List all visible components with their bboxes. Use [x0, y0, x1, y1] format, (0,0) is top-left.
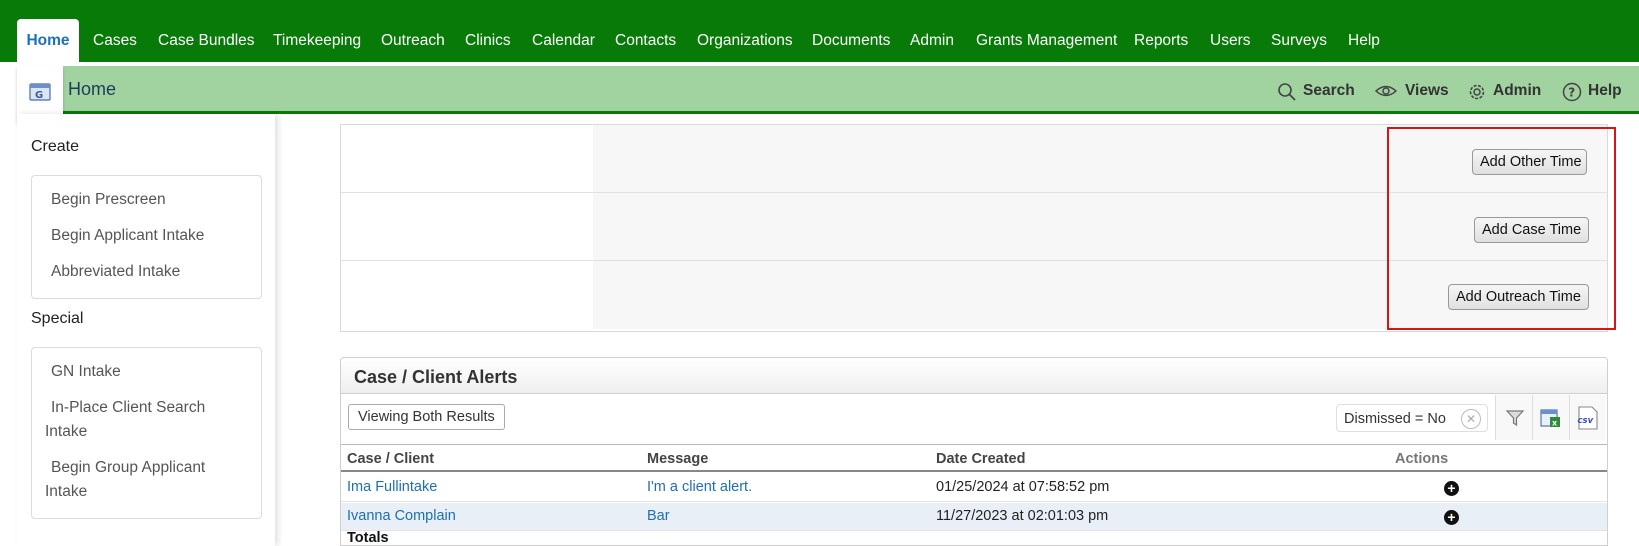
add-action-icon[interactable]: +	[1444, 481, 1459, 496]
admin-label: Admin	[1493, 82, 1542, 99]
tab-documents[interactable]: Documents	[812, 19, 890, 62]
tab-cases[interactable]: Cases	[93, 19, 137, 62]
column-date-created[interactable]: Date Created	[936, 451, 1025, 467]
tab-home[interactable]: Home	[17, 19, 79, 62]
views-link[interactable]: Views	[1375, 80, 1449, 102]
eye-icon	[1375, 85, 1397, 97]
row-date: 11/27/2023 at 02:01:03 pm	[936, 508, 1109, 524]
filter-icon	[1505, 410, 1525, 427]
table-row: Ivanna Complain Bar 11/27/2023 at 02:01:…	[341, 503, 1607, 531]
svg-text:G: G	[35, 90, 43, 101]
csv-export-button[interactable]: csv	[1569, 395, 1606, 440]
totals-label: Totals	[347, 530, 389, 546]
admin-link[interactable]: Admin	[1467, 80, 1541, 102]
filter-button[interactable]	[1495, 395, 1532, 440]
svg-text:csv: csv	[1578, 416, 1594, 426]
tab-users[interactable]: Users	[1210, 19, 1250, 62]
tab-timekeeping[interactable]: Timekeeping	[273, 19, 361, 62]
help-circle-icon: ?	[1562, 82, 1582, 102]
svg-text:x: x	[1552, 419, 1558, 428]
tab-organizations[interactable]: Organizations	[697, 19, 793, 62]
tab-case-bundles[interactable]: Case Bundles	[158, 19, 255, 62]
alerts-header: Case / Client Alerts	[341, 358, 1607, 394]
viewing-results-button[interactable]: Viewing Both Results	[348, 404, 505, 430]
begin-group-applicant-intake-link[interactable]: Begin Group Applicant	[51, 456, 205, 480]
alerts-title: Case / Client Alerts	[354, 367, 518, 387]
alerts-table-header: Case / Client Message Date Created Actio…	[341, 444, 1607, 472]
table-row: Ima Fullintake I'm a client alert. 01/25…	[341, 474, 1607, 502]
tab-outreach[interactable]: Outreach	[381, 19, 445, 62]
filter-chip-label: Dismissed = No	[1344, 411, 1446, 427]
tab-surveys[interactable]: Surveys	[1271, 19, 1327, 62]
alerts-panel: Case / Client Alerts Viewing Both Result…	[340, 357, 1608, 546]
dismissed-filter-chip: Dismissed = No ✕	[1336, 404, 1488, 432]
tab-grants-management[interactable]: Grants Management	[976, 19, 1117, 62]
row-client-link[interactable]: Ivanna Complain	[347, 508, 456, 524]
views-label: Views	[1405, 82, 1449, 99]
add-action-icon[interactable]: +	[1444, 510, 1459, 525]
column-message[interactable]: Message	[647, 451, 708, 467]
gear-icon	[1469, 84, 1485, 100]
in-place-client-search-intake-link[interactable]: In-Place Client Search	[51, 396, 205, 420]
search-icon	[1278, 83, 1296, 101]
row-date: 01/25/2024 at 07:58:52 pm	[936, 479, 1110, 495]
create-section-title: Create	[31, 138, 80, 155]
clear-filter-icon[interactable]: ✕	[1461, 409, 1481, 429]
excel-export-icon: x	[1540, 409, 1560, 428]
tab-reports[interactable]: Reports	[1134, 19, 1188, 62]
begin-prescreen-link[interactable]: Begin Prescreen	[51, 188, 166, 212]
page-title: Home	[68, 79, 117, 99]
home-icon: G	[29, 83, 51, 101]
help-link[interactable]: ? Help	[1562, 80, 1622, 102]
search-link[interactable]: Search	[1277, 80, 1355, 102]
abbreviated-intake-link[interactable]: Abbreviated Intake	[51, 260, 180, 284]
create-menu: Begin Prescreen Begin Applicant Intake A…	[31, 175, 262, 299]
begin-applicant-intake-link[interactable]: Begin Applicant Intake	[51, 224, 204, 248]
svg-text:?: ?	[1568, 86, 1575, 100]
row-client-link[interactable]: Ima Fullintake	[347, 479, 437, 495]
tab-calendar[interactable]: Calendar	[532, 19, 595, 62]
top-navigation: Home Cases Case Bundles Timekeeping Outr…	[0, 0, 1639, 62]
in-place-client-search-intake-link-line2[interactable]: Intake	[45, 420, 87, 444]
csv-export-icon: csv	[1578, 406, 1598, 430]
excel-export-button[interactable]: x	[1532, 395, 1569, 440]
help-label: Help	[1588, 82, 1622, 99]
special-section-title: Special	[31, 310, 84, 327]
tab-contacts[interactable]: Contacts	[615, 19, 676, 62]
special-menu: GN Intake In-Place Client Search Intake …	[31, 347, 262, 519]
tab-clinics[interactable]: Clinics	[465, 19, 511, 62]
begin-group-applicant-intake-link-line2[interactable]: Intake	[45, 480, 87, 504]
highlight-box	[1387, 127, 1616, 330]
column-case-client[interactable]: Case / Client	[347, 451, 434, 467]
search-label: Search	[1303, 82, 1355, 99]
tab-admin[interactable]: Admin	[910, 19, 954, 62]
column-actions: Actions	[1395, 451, 1449, 467]
row-message-link[interactable]: Bar	[647, 508, 670, 524]
gn-intake-link[interactable]: GN Intake	[51, 360, 121, 384]
row-message-link[interactable]: I'm a client alert.	[647, 479, 752, 495]
tab-help[interactable]: Help	[1348, 19, 1380, 62]
